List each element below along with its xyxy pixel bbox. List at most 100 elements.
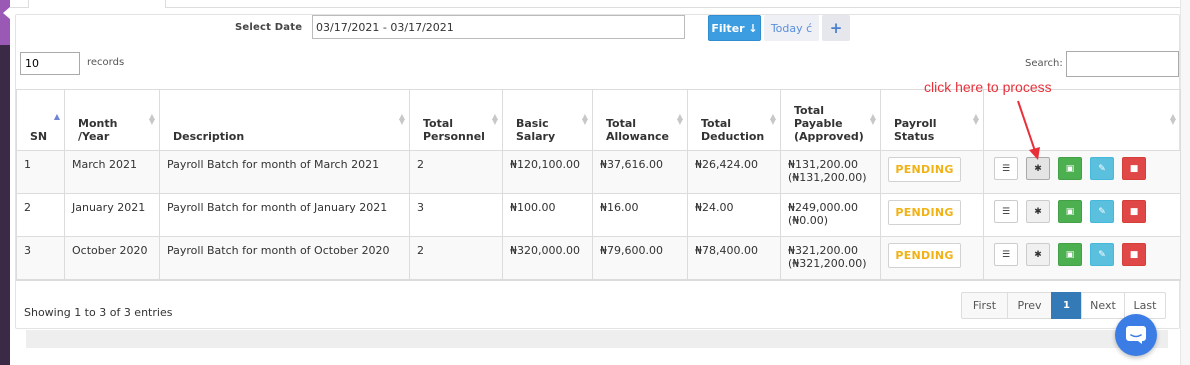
- page-first[interactable]: First: [961, 292, 1008, 319]
- column-label: Month /Year: [78, 117, 118, 143]
- cell-description: Payroll Batch for month of January 2021: [159, 193, 410, 237]
- column-label: Basic Salary: [516, 117, 556, 143]
- edit-icon: ✎: [1098, 249, 1106, 260]
- annotation-text: click here to process: [924, 79, 1052, 95]
- top-tabs: [10, 0, 1180, 8]
- excel-icon: ▣: [1065, 163, 1075, 174]
- list-button[interactable]: ☰: [994, 200, 1018, 223]
- delete-button[interactable]: ■: [1122, 157, 1146, 180]
- today-button[interactable]: Today ć: [764, 15, 819, 41]
- sort-icon: ▲ ▼: [869, 112, 876, 126]
- list-button[interactable]: ☰: [994, 243, 1018, 266]
- column-header-month-year[interactable]: Month /Year ▲ ▼: [64, 89, 160, 151]
- column-header-payroll-status[interactable]: Payroll Status ▲ ▼: [880, 89, 984, 151]
- table-row: 2 January 2021 Payroll Batch for month o…: [16, 193, 1181, 237]
- select-date-label: Select Date: [235, 22, 303, 33]
- column-label: SN: [30, 130, 48, 143]
- delete-button[interactable]: ■: [1122, 243, 1146, 266]
- page-prev[interactable]: Prev: [1007, 292, 1052, 319]
- cell-month-year: January 2021: [64, 193, 160, 237]
- sort-icon: ▲ ▼: [398, 112, 405, 126]
- table-row: 1 March 2021 Payroll Batch for month of …: [16, 150, 1181, 194]
- status-badge: PENDING: [888, 200, 961, 225]
- edit-button[interactable]: ✎: [1090, 243, 1114, 266]
- column-label: Total Deduction: [701, 117, 765, 143]
- sort-icon: ▲ ▼: [491, 112, 498, 126]
- page-scrollbar[interactable]: [1180, 0, 1190, 365]
- column-header-total-personnel[interactable]: Total Personnel ▲ ▼: [409, 89, 503, 151]
- cell-basic-salary: ₦120,100.00: [502, 150, 593, 194]
- cell-actions: ☰ ✱ ▣ ✎ ■: [983, 150, 1181, 194]
- column-header-total-payable[interactable]: Total Payable (Approved) ▲ ▼: [780, 89, 881, 151]
- delete-icon: ■: [1129, 249, 1139, 260]
- cell-basic-salary: ₦320,000.00: [502, 236, 593, 281]
- cell-allowance: ₦79,600.00: [592, 236, 688, 281]
- sort-icon: ▲ ▼: [769, 112, 776, 126]
- list-icon: ☰: [1001, 163, 1011, 174]
- list-button[interactable]: ☰: [994, 157, 1018, 180]
- sidebar-toggle-icon[interactable]: [3, 7, 10, 19]
- sort-icon: ▲ ▼: [972, 112, 979, 126]
- sort-icon: ▲ ▼: [148, 112, 155, 126]
- records-per-page-input[interactable]: [20, 52, 80, 75]
- column-header-basic-salary[interactable]: Basic Salary ▲ ▼: [502, 89, 593, 151]
- sort-icon: ▲ ▼: [581, 112, 588, 126]
- cell-description: Payroll Batch for month of October 2020: [159, 236, 410, 281]
- cell-sn: 2: [16, 193, 65, 237]
- chat-widget-button[interactable]: [1115, 314, 1157, 356]
- process-button[interactable]: ✱: [1026, 157, 1050, 180]
- payable-amount: ₦131,200.00: [788, 158, 858, 171]
- excel-icon: ▣: [1065, 249, 1075, 260]
- add-button[interactable]: +: [822, 15, 850, 41]
- column-header-total-allowance[interactable]: Total Allowance ▲ ▼: [592, 89, 688, 151]
- tab-active[interactable]: [28, 0, 166, 8]
- column-label: Description: [173, 130, 245, 143]
- column-header-description[interactable]: Description ▲ ▼: [159, 89, 410, 151]
- cell-month-year: March 2021: [64, 150, 160, 194]
- cell-deduction: ₦78,400.00: [687, 236, 781, 281]
- cell-personnel: 2: [409, 236, 503, 281]
- search-label: Search:: [1025, 58, 1063, 69]
- payable-amount: ₦249,000.00: [788, 201, 858, 214]
- cell-actions: ☰ ✱ ▣ ✎ ■: [983, 193, 1181, 237]
- page-current[interactable]: 1: [1051, 292, 1082, 319]
- column-header-actions[interactable]: ▲ ▼: [983, 89, 1181, 151]
- sort-icon: ▲ ▼: [676, 112, 683, 126]
- edit-icon: ✎: [1098, 163, 1106, 174]
- cell-personnel: 2: [409, 150, 503, 194]
- approved-amount: (₦0.00): [788, 214, 829, 227]
- export-excel-button[interactable]: ▣: [1058, 243, 1082, 266]
- cell-sn: 1: [16, 150, 65, 194]
- cell-description: Payroll Batch for month of March 2021: [159, 150, 410, 194]
- cell-payable: ₦249,000.00 (₦0.00): [780, 193, 881, 237]
- sort-icon: ▲ ▼: [1169, 112, 1176, 126]
- export-excel-button[interactable]: ▣: [1058, 157, 1082, 180]
- footer-bar: [26, 330, 1168, 348]
- filter-button[interactable]: Filter ↓: [708, 15, 761, 41]
- status-badge: PENDING: [888, 243, 961, 268]
- search-input[interactable]: [1066, 51, 1179, 77]
- cell-payable: ₦321,200.00 (₦321,200.00): [780, 236, 881, 281]
- list-icon: ☰: [1001, 206, 1011, 217]
- column-label: Total Allowance: [606, 117, 670, 143]
- edit-button[interactable]: ✎: [1090, 200, 1114, 223]
- process-button[interactable]: ✱: [1026, 200, 1050, 223]
- delete-icon: ■: [1129, 163, 1139, 174]
- column-label: Total Personnel: [423, 117, 485, 143]
- cell-payable: ₦131,200.00 (₦131,200.00): [780, 150, 881, 194]
- column-header-total-deduction[interactable]: Total Deduction ▲ ▼: [687, 89, 781, 151]
- cell-status: PENDING: [880, 236, 984, 281]
- cell-status: PENDING: [880, 150, 984, 194]
- edit-button[interactable]: ✎: [1090, 157, 1114, 180]
- records-label: records: [87, 57, 125, 68]
- column-label: Payroll Status: [894, 117, 937, 143]
- page-next[interactable]: Next: [1081, 292, 1125, 319]
- delete-button[interactable]: ■: [1122, 200, 1146, 223]
- export-excel-button[interactable]: ▣: [1058, 200, 1082, 223]
- column-header-sn[interactable]: SN ▲: [16, 89, 65, 151]
- status-badge: PENDING: [888, 157, 961, 182]
- date-range-input[interactable]: [312, 15, 685, 39]
- cell-actions: ☰ ✱ ▣ ✎ ■: [983, 236, 1181, 281]
- column-label: Total Payable (Approved): [794, 104, 864, 143]
- process-button[interactable]: ✱: [1026, 243, 1050, 266]
